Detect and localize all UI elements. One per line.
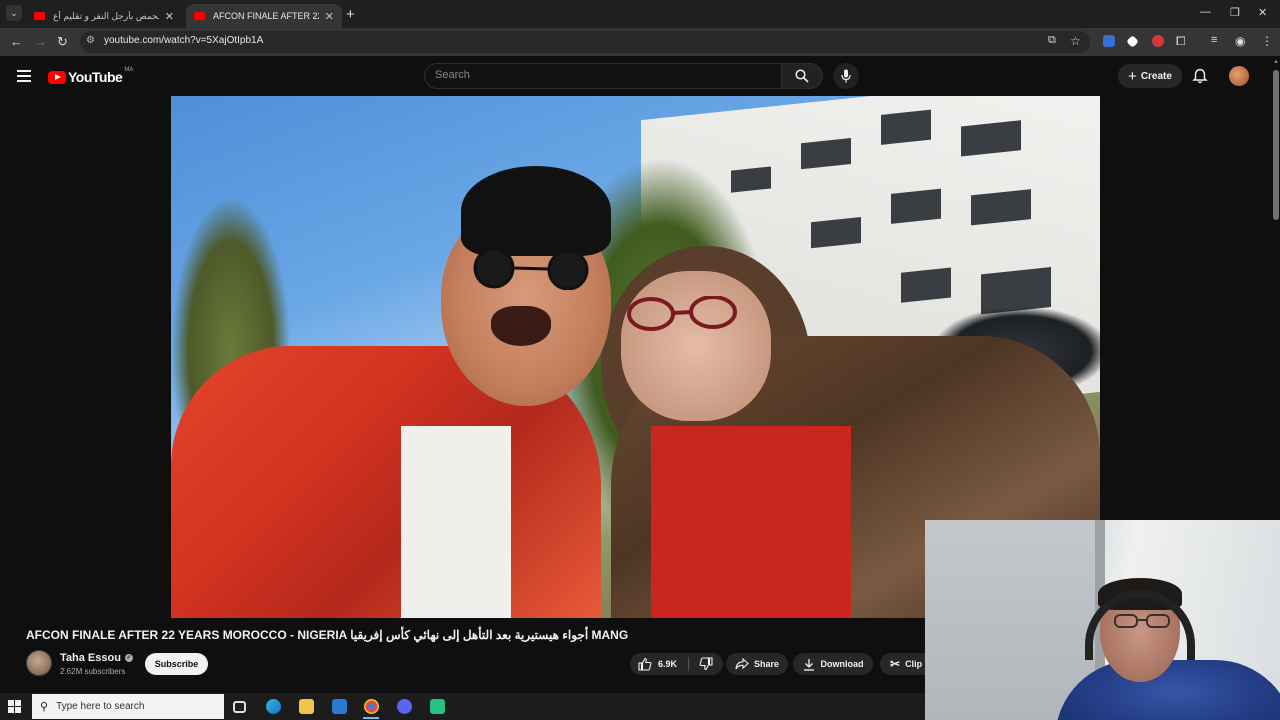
webcam-wall <box>925 520 1095 720</box>
search-input[interactable] <box>435 69 765 81</box>
microsoft-store-icon[interactable] <box>332 699 347 714</box>
tab-search-chevron-icon[interactable]: ⌄ <box>6 5 22 21</box>
microphone-icon <box>841 69 851 83</box>
scissors-icon: ✂ <box>890 657 901 671</box>
media-controls-icon[interactable]: ≡ <box>1211 34 1217 46</box>
share-arrow-icon <box>735 658 749 670</box>
video-frame-person-face <box>621 271 771 421</box>
search-box <box>424 63 782 89</box>
share-label: Share <box>753 659 779 669</box>
back-arrow-icon[interactable]: ← <box>10 34 23 49</box>
browser-tab-bar: ⌄ الحمص بأرجل النقر و تقليم أع... ✕ AFCO… <box>0 0 1280 28</box>
youtube-header: YouTube MA + Create <box>0 56 1280 96</box>
url-text: youtube.com/watch?v=5XajOtIpb1A <box>104 35 264 46</box>
thumbs-up-icon <box>638 657 652 671</box>
dislike-button[interactable] <box>689 657 723 671</box>
search-icon <box>795 69 809 83</box>
taskbar-search-box[interactable]: ⚲ Type here to search <box>32 694 224 719</box>
create-label: Create <box>1140 70 1172 82</box>
account-avatar[interactable] <box>1229 66 1249 86</box>
youtube-favicon-icon <box>34 12 45 20</box>
like-button[interactable]: 6.9K <box>630 657 688 671</box>
translate-extension-icon[interactable] <box>1103 35 1115 47</box>
video-title: AFCON FINALE AFTER 22 YEARS MOROCCO - NI… <box>26 628 629 642</box>
page-scrollbar[interactable]: ▲ <box>1272 56 1280 520</box>
scrollbar-thumb[interactable] <box>1273 70 1279 220</box>
video-frame-black-cap <box>461 166 611 256</box>
create-button[interactable]: + Create <box>1118 64 1182 88</box>
video-frame-red-jersey <box>651 426 851 618</box>
site-info-icon[interactable]: ⚙ <box>86 35 95 46</box>
install-app-icon[interactable]: ⧉ <box>1048 34 1056 47</box>
tab-arabic-video[interactable]: الحمص بأرجل النقر و تقليم أع... ✕ <box>26 4 182 28</box>
download-button[interactable]: Download <box>793 653 873 675</box>
browser-toolbar: ← → ↻ ⚙ youtube.com/watch?v=5XajOtIpb1A … <box>0 28 1280 56</box>
profile-icon[interactable]: ◉ <box>1235 34 1245 48</box>
channel-name-row[interactable]: Taha Essou ✓ <box>60 652 133 664</box>
active-app-indicator <box>363 717 379 719</box>
minimize-icon[interactable]: — <box>1200 6 1211 18</box>
webcam-overlay <box>925 520 1280 720</box>
tab-label: الحمص بأرجل النقر و تقليم أع... <box>53 10 159 21</box>
restore-icon[interactable]: ❐ <box>1230 6 1240 19</box>
video-frame-white-shirt <box>401 426 511 618</box>
windows-start-icon[interactable] <box>8 700 21 713</box>
discord-icon[interactable] <box>397 699 412 714</box>
like-count: 6.9K <box>658 659 678 669</box>
country-code: MA <box>124 67 134 73</box>
video-frame-glasses <box>627 296 737 331</box>
webcam-glasses <box>1114 614 1170 628</box>
more-menu-icon[interactable]: ⋮ <box>1261 34 1273 48</box>
edge-browser-icon[interactable] <box>266 699 281 714</box>
scroll-up-arrow-icon[interactable]: ▲ <box>1273 59 1279 65</box>
channel-name[interactable]: Taha Essou <box>60 652 121 664</box>
tab-afcon-video[interactable]: AFCON FINALE AFTER 22 Y... ✕ <box>186 4 342 28</box>
verified-check-icon: ✓ <box>124 654 133 662</box>
chrome-browser-icon[interactable] <box>364 699 379 714</box>
voice-search-button[interactable] <box>833 63 859 89</box>
channel-avatar[interactable] <box>26 650 52 676</box>
address-bar[interactable]: ⚙ youtube.com/watch?v=5XajOtIpb1A <box>80 31 1090 53</box>
windows-taskbar: ⚲ Type here to search <box>0 693 925 720</box>
notifications-bell-icon[interactable] <box>1192 68 1208 89</box>
like-dislike-group: 6.9K <box>630 653 723 675</box>
close-window-icon[interactable]: ✕ <box>1258 6 1267 19</box>
extension-red-icon[interactable] <box>1152 35 1164 47</box>
youtube-favicon-icon <box>194 12 205 20</box>
video-frame-mouth <box>491 306 551 346</box>
search-icon: ⚲ <box>40 701 49 713</box>
extension-diamond-icon[interactable] <box>1126 35 1139 48</box>
clip-label: Clip <box>905 659 923 669</box>
close-tab-icon[interactable]: ✕ <box>165 10 174 23</box>
reload-icon[interactable]: ↻ <box>57 34 68 50</box>
close-tab-icon[interactable]: ✕ <box>325 10 334 23</box>
taskbar-search-placeholder: Type here to search <box>56 701 145 712</box>
file-explorer-icon[interactable] <box>299 699 314 714</box>
bookmark-star-icon[interactable]: ☆ <box>1070 34 1081 48</box>
subscriber-count: 2.62M subscribers <box>60 667 126 676</box>
share-button[interactable]: Share <box>726 653 788 675</box>
download-icon <box>803 658 814 671</box>
app-green-icon[interactable] <box>430 699 445 714</box>
youtube-play-icon <box>48 70 66 84</box>
forward-arrow-icon[interactable]: → <box>34 34 47 49</box>
extensions-puzzle-icon[interactable]: ⧠ <box>1176 34 1186 49</box>
youtube-wordmark: YouTube <box>68 69 123 85</box>
download-label: Download <box>820 659 864 669</box>
youtube-logo[interactable]: YouTube MA <box>48 67 134 85</box>
tab-label: AFCON FINALE AFTER 22 Y... <box>213 11 319 21</box>
video-frame-sunglasses <box>473 247 589 290</box>
task-view-icon[interactable] <box>233 701 246 713</box>
search-button[interactable] <box>781 63 823 89</box>
plus-icon: + <box>1128 67 1137 85</box>
new-tab-icon[interactable]: + <box>346 6 355 23</box>
hamburger-menu-icon[interactable] <box>17 70 31 82</box>
subscribe-button[interactable]: Subscribe <box>145 653 208 675</box>
thumbs-down-icon <box>699 657 713 671</box>
